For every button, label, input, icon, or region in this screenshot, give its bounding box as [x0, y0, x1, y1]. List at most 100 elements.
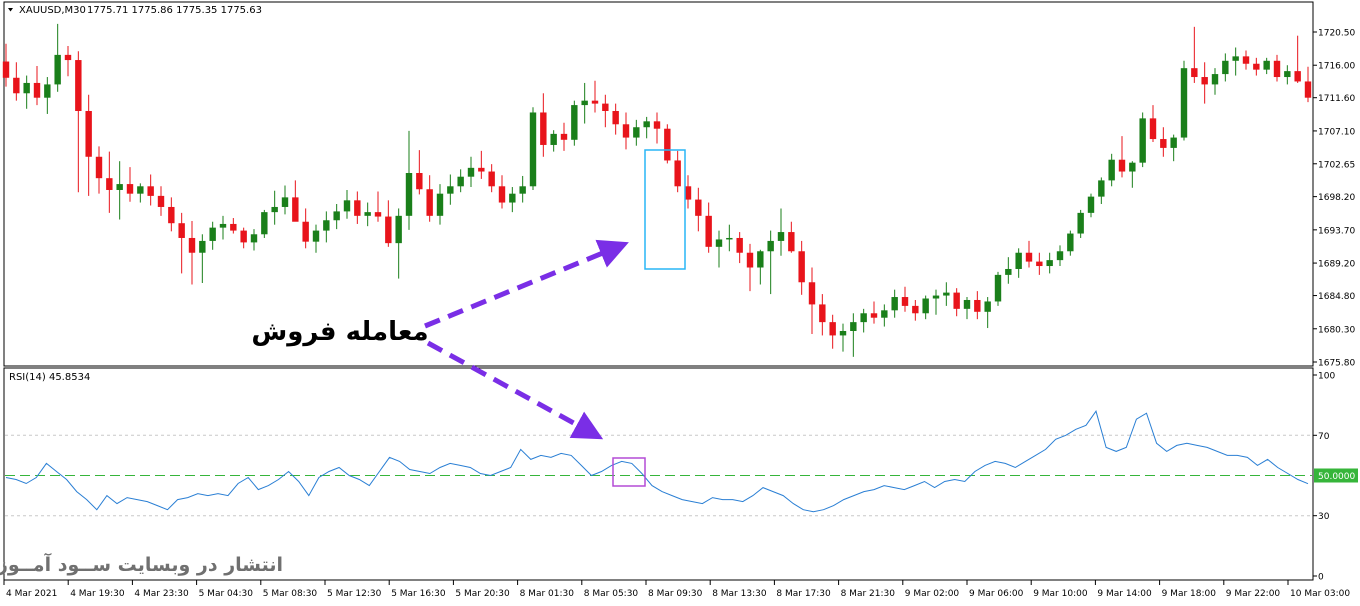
candle-body [1222, 60, 1229, 75]
time-tick-label: 9 Mar 06:00 [969, 589, 1024, 599]
candle-body [426, 189, 433, 216]
time-tick-label: 5 Mar 20:30 [455, 589, 510, 599]
candle-body [1160, 139, 1167, 148]
candle-body [974, 299, 981, 312]
candle-body [1294, 71, 1301, 82]
time-tick-label: 4 Mar 23:30 [134, 589, 189, 599]
time-tick-label: 5 Mar 12:30 [327, 589, 382, 599]
price-tick-label: 1684.80 [1318, 292, 1355, 302]
candle-body [1108, 159, 1115, 181]
candle-body [726, 237, 733, 240]
candle-body [405, 173, 413, 216]
candle-body [271, 206, 278, 213]
price-tick-label: 1675.80 [1318, 359, 1355, 369]
time-tick-label: 9 Mar 10:00 [1033, 589, 1088, 599]
time-tick-label: 8 Mar 01:30 [520, 589, 575, 599]
watermark-text: انتشار در وبسایت ســود آمــوز [0, 552, 283, 576]
price-tick-label: 1716.00 [1318, 62, 1355, 72]
time-tick-label: 4 Mar 2021 [6, 589, 57, 599]
candle-body [891, 297, 898, 311]
candle-body [23, 82, 30, 94]
candle-body [767, 240, 774, 252]
candle-body [581, 100, 588, 106]
candle-body [1284, 71, 1291, 78]
time-tick-label: 8 Mar 05:30 [584, 589, 639, 599]
candle-body [1253, 63, 1260, 70]
candle-body [1304, 81, 1312, 98]
candle-body [354, 200, 361, 216]
candle-body [622, 124, 630, 138]
candle-body [1087, 196, 1095, 213]
candle-body [881, 310, 888, 318]
candle-body [240, 230, 247, 243]
candle-body [281, 197, 289, 207]
candle-body [1015, 252, 1022, 269]
rsi-tick-label: 30 [1318, 512, 1330, 522]
symbol-header[interactable]: XAUUSD,M30 1775.71 1775.86 1775.35 1775.… [8, 5, 262, 16]
candle-body [1211, 74, 1219, 85]
candle-body [1201, 77, 1208, 85]
rsi-tick-label: 100 [1318, 372, 1335, 382]
candle-body [168, 206, 175, 224]
candle-body [984, 301, 991, 312]
chart-canvas[interactable]: XAUUSD,M30 1775.71 1775.86 1775.35 1775.… [0, 0, 1360, 602]
candle-body [963, 299, 971, 309]
candle-body [199, 240, 206, 253]
candle-body [602, 103, 609, 111]
candle-body [519, 186, 526, 194]
price-axis: 1720.50 1716.00 1711.60 1707.10 1702.65 1698.… [1313, 29, 1355, 369]
candle-body [54, 54, 61, 85]
ohlc-values: 1775.71 1775.86 1775.35 1775.63 [87, 5, 262, 16]
candle-body [819, 304, 826, 323]
candle-body [509, 193, 516, 203]
candle-body [1046, 260, 1053, 267]
candle-body [230, 223, 237, 231]
time-axis: 4 Mar 2021 4 Mar 19:30 4 Mar 23:30 5 Mar 04… [3, 580, 1350, 599]
candle-body [560, 133, 568, 140]
candle-body [643, 121, 650, 128]
candle-body [953, 292, 960, 309]
candle-body [312, 230, 320, 242]
time-tick-label: 8 Mar 17:30 [776, 589, 831, 599]
rsi-tick-label: 70 [1318, 432, 1330, 442]
candle-body [746, 252, 754, 268]
candle-body [416, 173, 423, 190]
candle-body [364, 212, 371, 216]
candle-body [157, 195, 165, 207]
candle-body [1056, 251, 1064, 261]
price-tick-label: 1698.20 [1318, 193, 1355, 203]
price-tick-label: 1702.65 [1318, 160, 1355, 170]
rsi-axis: 100 70 30 0 50.0000 [1313, 372, 1358, 583]
candle-body [436, 193, 444, 216]
candle-body [95, 156, 103, 179]
time-tick-label: 9 Mar 18:00 [1162, 589, 1217, 599]
candle-body [137, 186, 144, 194]
candle-body [457, 176, 464, 187]
candle-body [116, 184, 123, 190]
time-tick-label: 5 Mar 04:30 [199, 589, 254, 599]
candle-body [323, 220, 330, 231]
time-tick-label: 9 Mar 14:00 [1097, 589, 1152, 599]
candle-body [529, 112, 537, 187]
rsi-level-badge-text: 50.0000 [1318, 472, 1355, 482]
candle-body [550, 133, 557, 145]
candle-body [653, 121, 661, 129]
candle-body [478, 167, 485, 172]
price-panel[interactable] [3, 1, 1314, 367]
candle-body [922, 298, 929, 314]
candle-body [994, 274, 1002, 302]
candle-body [219, 223, 227, 228]
candle-body [1098, 180, 1105, 197]
rsi-panel[interactable] [3, 367, 1314, 581]
rsi-tick-label: 0 [1318, 573, 1324, 583]
candle-body [705, 215, 712, 247]
candle-body [178, 223, 185, 238]
candle-body [870, 313, 878, 318]
candle-body [540, 112, 547, 145]
candle-body [777, 232, 785, 241]
time-tick-label: 9 Mar 02:00 [905, 589, 960, 599]
candle-body [1118, 159, 1126, 172]
candle-body [209, 227, 216, 241]
price-tick-label: 1680.30 [1318, 325, 1355, 335]
candle-body [591, 100, 599, 104]
